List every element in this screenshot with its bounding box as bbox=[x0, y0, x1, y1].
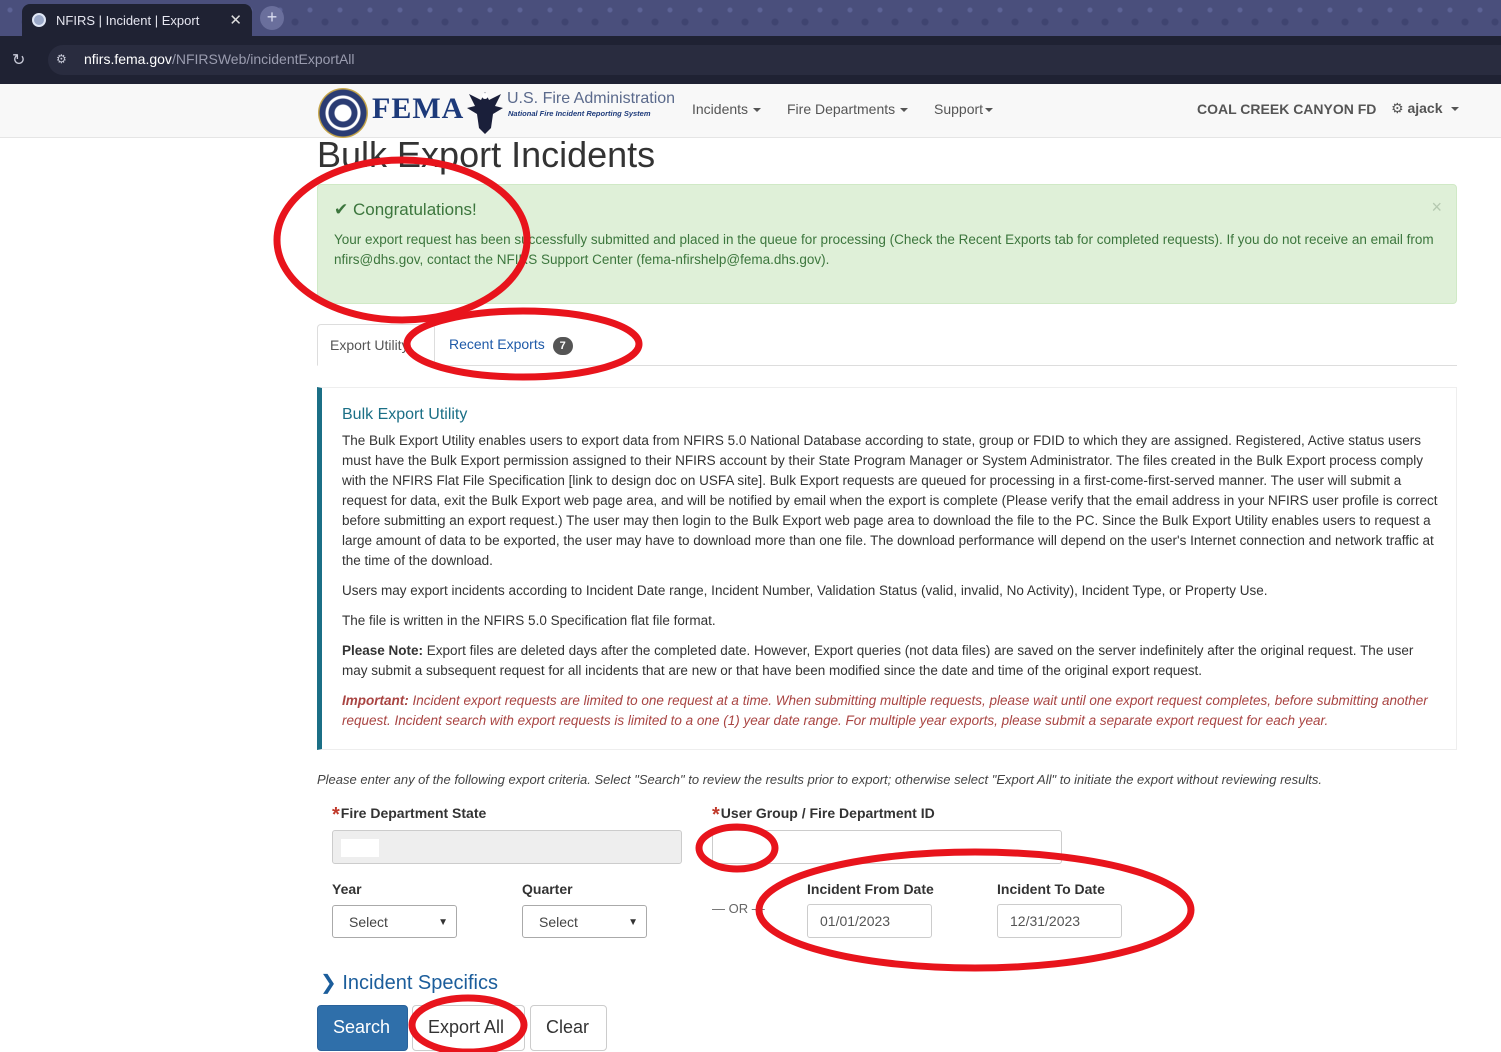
nav-incidents[interactable]: Incidents bbox=[692, 101, 762, 117]
nav-support-label: Support bbox=[934, 101, 984, 117]
fema-favicon-icon bbox=[32, 13, 46, 27]
usfa-subtitle: National Fire Incident Reporting System bbox=[508, 109, 651, 118]
new-tab-icon[interactable]: + bbox=[260, 6, 284, 30]
browser-toolbar: ↻ ⚙ nfirs.fema.gov/NFIRSWeb/incidentExpo… bbox=[0, 36, 1501, 84]
required-marker: * bbox=[332, 804, 340, 826]
user-name: ajack bbox=[1407, 100, 1443, 116]
usfa-eagle-icon bbox=[467, 92, 503, 134]
user-group-fdid-field[interactable] bbox=[712, 830, 1062, 864]
page-title: Bulk Export Incidents bbox=[317, 134, 656, 175]
tab-recent-exports[interactable]: Recent Exports 7 bbox=[437, 324, 585, 366]
bulk-export-info-panel: Bulk Export Utility The Bulk Export Util… bbox=[317, 387, 1457, 750]
panel-heading: Bulk Export Utility bbox=[342, 406, 468, 423]
quarter-select-value: Select bbox=[539, 914, 578, 930]
nav-fire-departments-label: Fire Departments bbox=[787, 101, 896, 117]
nav-support[interactable]: Support bbox=[934, 101, 994, 117]
browser-tab-strip: NFIRS | Incident | Export ✕ + bbox=[0, 0, 1501, 36]
close-tab-icon[interactable]: ✕ bbox=[229, 11, 242, 29]
alert-message: Your export request has been successfull… bbox=[334, 232, 1434, 267]
user-menu[interactable]: ⚙ ajack bbox=[1391, 100, 1459, 117]
browser-tab[interactable]: NFIRS | Incident | Export ✕ bbox=[22, 4, 252, 36]
state-label-text: Fire Department State bbox=[340, 805, 487, 821]
alert-heading: ✔ Congratulations! bbox=[334, 200, 477, 220]
dhs-seal-logo[interactable] bbox=[318, 88, 368, 138]
alert-heading-text: Congratulations! bbox=[352, 200, 477, 219]
panel-export-criteria-text: Users may export incidents according to … bbox=[342, 583, 1268, 598]
chevron-right-icon: ❯ bbox=[320, 972, 337, 994]
gear-icon: ⚙ bbox=[1391, 100, 1404, 116]
reload-icon[interactable]: ↻ bbox=[12, 50, 25, 70]
criteria-instructions: Please enter any of the following export… bbox=[317, 772, 1323, 787]
usfa-title: U.S. Fire Administration bbox=[507, 90, 676, 107]
caret-down-icon bbox=[753, 108, 762, 113]
nav-incidents-label: Incidents bbox=[692, 101, 749, 117]
incident-from-date-input[interactable]: 01/01/2023 bbox=[807, 904, 932, 938]
panel-file-format-text: The file is written in the NFIRS 5.0 Spe… bbox=[342, 613, 716, 628]
state-label: *Fire Department State bbox=[332, 801, 487, 826]
important-text: Incident export requests are limited to … bbox=[342, 693, 1428, 728]
tab-recent-exports-label: Recent Exports bbox=[449, 336, 545, 352]
state-value-chip bbox=[341, 839, 379, 857]
url-host: nfirs.fema.gov bbox=[84, 51, 172, 67]
site-navbar: FEMA U.S. Fire Administration National F… bbox=[0, 84, 1501, 138]
panel-description: The Bulk Export Utility enables users to… bbox=[342, 433, 1438, 568]
quarter-label: Quarter bbox=[522, 881, 573, 897]
chevron-down-icon: ▼ bbox=[628, 917, 638, 928]
clear-button[interactable]: Clear bbox=[530, 1005, 607, 1051]
important-label: Important: bbox=[342, 693, 409, 708]
export-all-button[interactable]: Export All bbox=[412, 1005, 525, 1051]
incident-specifics-label: Incident Specifics bbox=[342, 972, 498, 994]
caret-down-icon bbox=[985, 108, 994, 113]
fire-department-state-field bbox=[332, 830, 682, 864]
export-tabs: Export Utility Recent Exports 7 bbox=[317, 324, 1457, 366]
url-text: nfirs.fema.gov/NFIRSWeb/incidentExportAl… bbox=[84, 51, 355, 67]
required-marker: * bbox=[712, 804, 720, 826]
year-select[interactable]: Select ▼ bbox=[332, 905, 457, 938]
incident-specifics-toggle[interactable]: ❯ Incident Specifics bbox=[320, 970, 498, 995]
quarter-select[interactable]: Select ▼ bbox=[522, 905, 647, 938]
incident-to-date-input[interactable]: 12/31/2023 bbox=[997, 904, 1122, 938]
address-bar[interactable]: ⚙ nfirs.fema.gov/NFIRSWeb/incidentExport… bbox=[48, 45, 1501, 75]
recent-exports-count-badge: 7 bbox=[552, 337, 573, 355]
department-name: COAL CREEK CANYON FD bbox=[1197, 101, 1377, 117]
from-date-label: Incident From Date bbox=[807, 881, 934, 897]
browser-tab-title: NFIRS | Incident | Export bbox=[56, 12, 200, 28]
check-icon: ✔ bbox=[334, 200, 349, 219]
chevron-down-icon: ▼ bbox=[438, 917, 448, 928]
caret-down-icon bbox=[1450, 107, 1459, 112]
note-label: Please Note: bbox=[342, 643, 424, 658]
year-select-value: Select bbox=[349, 914, 388, 930]
search-button[interactable]: Search bbox=[317, 1005, 408, 1051]
nav-fire-departments[interactable]: Fire Departments bbox=[787, 101, 909, 117]
panel-important: Important: Incident export requests are … bbox=[342, 691, 1442, 731]
group-label: *User Group / Fire Department ID bbox=[712, 801, 935, 826]
caret-down-icon bbox=[900, 108, 909, 113]
note-text: Export files are deleted days after the … bbox=[342, 643, 1414, 678]
tab-export-utility[interactable]: Export Utility bbox=[317, 324, 435, 366]
group-label-text: User Group / Fire Department ID bbox=[720, 805, 935, 821]
site-info-icon[interactable]: ⚙ bbox=[56, 52, 72, 68]
or-separator: — OR — bbox=[712, 901, 765, 916]
fema-logo-text[interactable]: FEMA bbox=[372, 92, 464, 126]
url-path: /NFIRSWeb/incidentExportAll bbox=[171, 51, 355, 67]
to-date-label: Incident To Date bbox=[997, 881, 1105, 897]
year-label: Year bbox=[332, 881, 362, 897]
success-alert: ✔ Congratulations! Your export request h… bbox=[317, 184, 1457, 304]
close-alert-icon[interactable]: × bbox=[1431, 197, 1442, 218]
panel-note: Please Note: Export files are deleted da… bbox=[342, 641, 1442, 681]
